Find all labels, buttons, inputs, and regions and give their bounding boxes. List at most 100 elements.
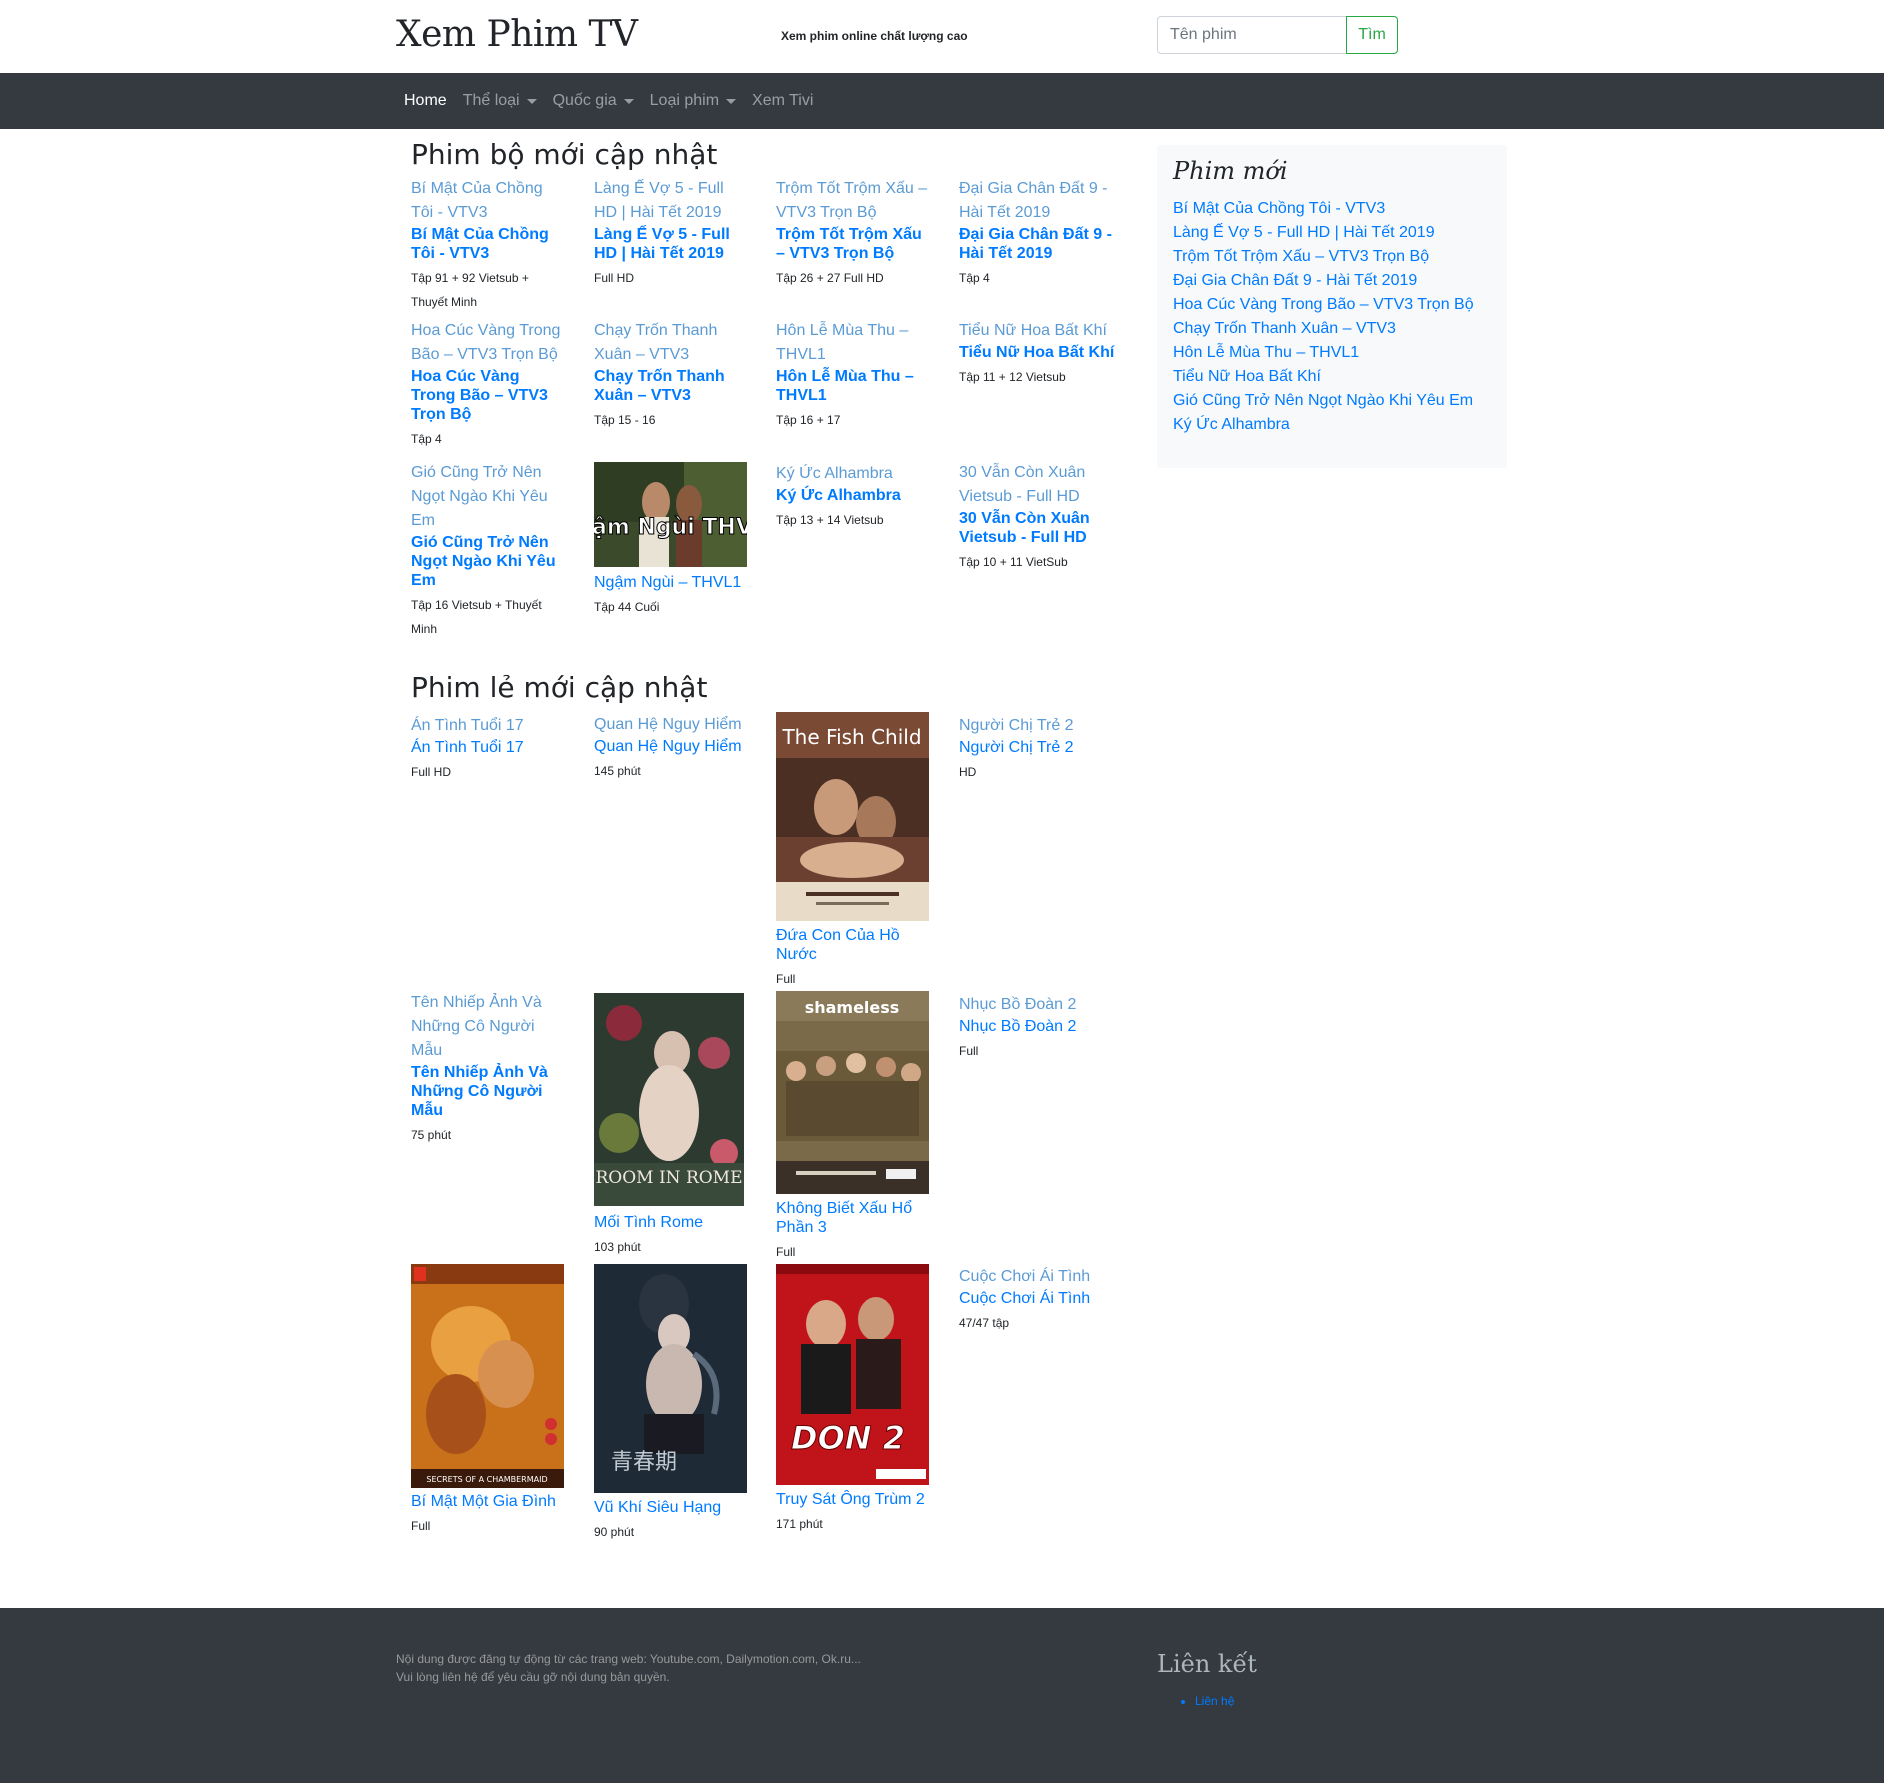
movie-card: Gió Cũng Trở Nên Ngọt Ngào Khi Yêu Em Gi… <box>411 461 567 641</box>
sidebar-item[interactable]: Làng Ế Vợ 5 - Full HD | Hài Tết 2019 <box>1173 221 1474 245</box>
movie-thumbnail[interactable]: Chạy Trốn Thanh Xuân – VTV3 <box>594 319 750 367</box>
movie-title-link[interactable]: Cuộc Chơi Ái Tình <box>959 1289 1115 1308</box>
nav-item-label: Loại phim <box>649 92 720 109</box>
movie-title-link[interactable]: Quan Hệ Nguy Hiểm <box>594 737 750 756</box>
movie-card: Quan Hệ Nguy Hiểm Quan Hệ Nguy Hiểm 145 … <box>594 713 750 783</box>
movie-thumbnail[interactable]: Tiểu Nữ Hoa Bất Khí <box>959 319 1115 343</box>
movie-title-link[interactable]: Mối Tình Rome <box>594 1213 750 1232</box>
movie-title-link[interactable]: Hôn Lễ Mùa Thu – THVL1 <box>776 367 932 405</box>
movie-card: DON 2 Truy Sát Ông Trùm 2 171 phút <box>776 1264 932 1536</box>
movie-thumbnail[interactable]: Cuộc Chơi Ái Tình <box>959 1265 1115 1289</box>
movie-thumbnail[interactable]: Quan Hệ Nguy Hiểm <box>594 713 750 737</box>
sidebar-item[interactable]: Tiểu Nữ Hoa Bất Khí <box>1173 365 1474 389</box>
movie-title-link[interactable]: Không Biết Xấu Hổ Phần 3 <box>776 1199 932 1237</box>
poster-image: The Fish Child <box>776 712 929 921</box>
poster-image: ROOM IN ROME <box>594 993 744 1206</box>
episode-info: Tập 44 Cuối <box>594 600 660 614</box>
search-button[interactable]: Tìm <box>1346 16 1398 54</box>
movie-card: Ngậm Ngùi THVL1 Ngậm Ngùi – THVL1 Tập 44… <box>594 462 750 619</box>
movie-title-link[interactable]: Tên Nhiếp Ảnh Và Những Cô Người Mẫu <box>411 1063 567 1120</box>
movie-thumbnail[interactable]: Người Chị Trẻ 2 <box>959 714 1115 738</box>
movie-poster[interactable]: SECRETS OF A CHAMBERMAID <box>411 1264 564 1488</box>
nav-item-label: Thể loại <box>462 92 520 109</box>
nav-item-home[interactable]: Home <box>396 92 455 110</box>
movie-title-link[interactable]: Gió Cũng Trở Nên Ngọt Ngào Khi Yêu Em <box>411 533 567 590</box>
movie-thumbnail[interactable]: Tên Nhiếp Ảnh Và Những Cô Người Mẫu <box>411 991 567 1063</box>
movie-title-link[interactable]: Đại Gia Chân Đất 9 - Hài Tết 2019 <box>959 225 1115 263</box>
nav-item-country[interactable]: Quốc gia <box>545 92 642 110</box>
episode-info: Full <box>411 1519 431 1533</box>
sidebar-item[interactable]: Đại Gia Chân Đất 9 - Hài Tết 2019 <box>1173 269 1474 293</box>
movie-poster[interactable]: ROOM IN ROME <box>594 993 744 1206</box>
sidebar-item[interactable]: Bí Mật Của Chồng Tôi - VTV3 <box>1173 197 1474 221</box>
movie-thumbnail[interactable]: Trộm Tốt Trộm Xấu – VTV3 Trọn Bộ <box>776 177 932 225</box>
movie-card: Ký Ức Alhambra Ký Ức Alhambra Tập 13 + 1… <box>776 462 932 532</box>
site-tagline: Xem phim online chất lượng cao <box>781 29 968 43</box>
episode-info: 75 phút <box>411 1128 452 1142</box>
movie-thumbnail[interactable]: Hoa Cúc Vàng Trong Bão – VTV3 Trọn Bộ <box>411 319 567 367</box>
movie-thumbnail[interactable]: Án Tình Tuổi 17 <box>411 714 567 738</box>
movie-poster[interactable]: 青春期 <box>594 1264 747 1493</box>
site-title[interactable]: Xem Phim TV <box>396 14 638 55</box>
movie-card: Chạy Trốn Thanh Xuân – VTV3 Chạy Trốn Th… <box>594 319 750 432</box>
movie-poster[interactable]: shameless <box>776 991 929 1194</box>
sidebar-item[interactable]: Trộm Tốt Trộm Xấu – VTV3 Trọn Bộ <box>1173 245 1474 269</box>
movie-thumbnail[interactable]: Đại Gia Chân Đất 9 - Hài Tết 2019 <box>959 177 1115 225</box>
movie-card: Tên Nhiếp Ảnh Và Những Cô Người Mẫu Tên … <box>411 991 567 1147</box>
movie-title-link[interactable]: Chạy Trốn Thanh Xuân – VTV3 <box>594 367 750 405</box>
footer-disclaimer: Nội dung được đăng tự động từ các trang … <box>396 1650 861 1686</box>
nav-item-type[interactable]: Loại phim <box>642 92 744 110</box>
poster-text: SECRETS OF A CHAMBERMAID <box>426 1475 547 1484</box>
movie-card: Bí Mật Của Chồng Tôi - VTV3 Bí Mật Của C… <box>411 177 567 314</box>
movie-title-link[interactable]: Bí Mật Một Gia Đình <box>411 1492 567 1511</box>
movie-title-link[interactable]: Tiểu Nữ Hoa Bất Khí <box>959 343 1115 362</box>
movie-thumbnail[interactable]: Gió Cũng Trở Nên Ngọt Ngào Khi Yêu Em <box>411 461 567 533</box>
movie-card: Đại Gia Chân Đất 9 - Hài Tết 2019 Đại Gi… <box>959 177 1115 290</box>
movie-title-link[interactable]: Nhục Bồ Đoàn 2 <box>959 1017 1115 1036</box>
episode-info: Tập 91 + 92 Vietsub + Thuyết Minh <box>411 271 529 309</box>
movie-title-link[interactable]: Làng Ế Vợ 5 - Full HD | Hài Tết 2019 <box>594 225 750 263</box>
movie-title-link[interactable]: Trộm Tốt Trộm Xấu – VTV3 Trọn Bộ <box>776 225 932 263</box>
sidebar-list: Bí Mật Của Chồng Tôi - VTV3 Làng Ế Vợ 5 … <box>1173 197 1474 437</box>
movie-title-link[interactable]: Hoa Cúc Vàng Trong Bão – VTV3 Trọn Bộ <box>411 367 567 424</box>
nav-item-label: Xem Tivi <box>752 92 814 109</box>
movie-thumbnail[interactable]: Làng Ế Vợ 5 - Full HD | Hài Tết 2019 <box>594 177 750 225</box>
movie-poster[interactable]: Ngậm Ngùi THVL1 <box>594 462 747 567</box>
movie-thumbnail[interactable]: Hôn Lễ Mùa Thu – THVL1 <box>776 319 932 367</box>
sidebar-item[interactable]: Hoa Cúc Vàng Trong Bão – VTV3 Trọn Bộ <box>1173 293 1474 317</box>
poster-text: shameless <box>805 998 900 1017</box>
movie-poster[interactable]: The Fish Child <box>776 712 929 921</box>
caret-down-icon <box>623 98 634 104</box>
movie-card: The Fish Child Đứa Con Của Hồ Nước Full <box>776 712 932 991</box>
nav-item-label: Home <box>404 92 447 109</box>
episode-info: Full <box>776 972 796 986</box>
movie-thumbnail[interactable]: Nhục Bồ Đoàn 2 <box>959 993 1115 1017</box>
episode-info: Full HD <box>594 271 635 285</box>
search-input[interactable] <box>1157 16 1347 54</box>
nav-item-tv[interactable]: Xem Tivi <box>744 92 821 110</box>
sidebar-item[interactable]: Ký Ức Alhambra <box>1173 413 1474 437</box>
footer-link-contact[interactable]: Liên hệ <box>1195 1694 1234 1708</box>
movie-thumbnail[interactable]: Ký Ức Alhambra <box>776 462 932 486</box>
movie-title-link[interactable]: Bí Mật Của Chồng Tôi - VTV3 <box>411 225 567 263</box>
movie-poster[interactable]: DON 2 <box>776 1264 929 1485</box>
movie-title-link[interactable]: Truy Sát Ông Trùm 2 <box>776 1490 932 1509</box>
sidebar-item[interactable]: Gió Cũng Trở Nên Ngọt Ngào Khi Yêu Em <box>1173 389 1474 413</box>
movie-title-link[interactable]: Án Tình Tuổi 17 <box>411 738 567 757</box>
movie-title-link[interactable]: Ký Ức Alhambra <box>776 486 932 505</box>
movie-title-link[interactable]: Vũ Khí Siêu Hạng <box>594 1498 750 1517</box>
nav-item-genre[interactable]: Thể loại <box>455 92 545 110</box>
movie-thumbnail[interactable]: 30 Vẫn Còn Xuân Vietsub - Full HD <box>959 461 1115 509</box>
movie-title-link[interactable]: Người Chị Trẻ 2 <box>959 738 1115 757</box>
movie-title-link[interactable]: 30 Vẫn Còn Xuân Vietsub - Full HD <box>959 509 1115 547</box>
poster-image: SECRETS OF A CHAMBERMAID <box>411 1264 564 1488</box>
sidebar-item[interactable]: Hôn Lễ Mùa Thu – THVL1 <box>1173 341 1474 365</box>
episode-info: HD <box>959 765 977 779</box>
movie-card: ROOM IN ROME Mối Tình Rome 103 phút <box>594 993 750 1259</box>
poster-image: shameless <box>776 991 929 1194</box>
movie-thumbnail[interactable]: Bí Mật Của Chồng Tôi - VTV3 <box>411 177 567 225</box>
sidebar-item[interactable]: Chạy Trốn Thanh Xuân – VTV3 <box>1173 317 1474 341</box>
movie-title-link[interactable]: Đứa Con Của Hồ Nước <box>776 926 932 964</box>
movie-title-link[interactable]: Ngậm Ngùi – THVL1 <box>594 573 750 592</box>
footer-text-line: Vui lòng liên hệ để yêu cầu gỡ nội dung … <box>396 1670 670 1684</box>
